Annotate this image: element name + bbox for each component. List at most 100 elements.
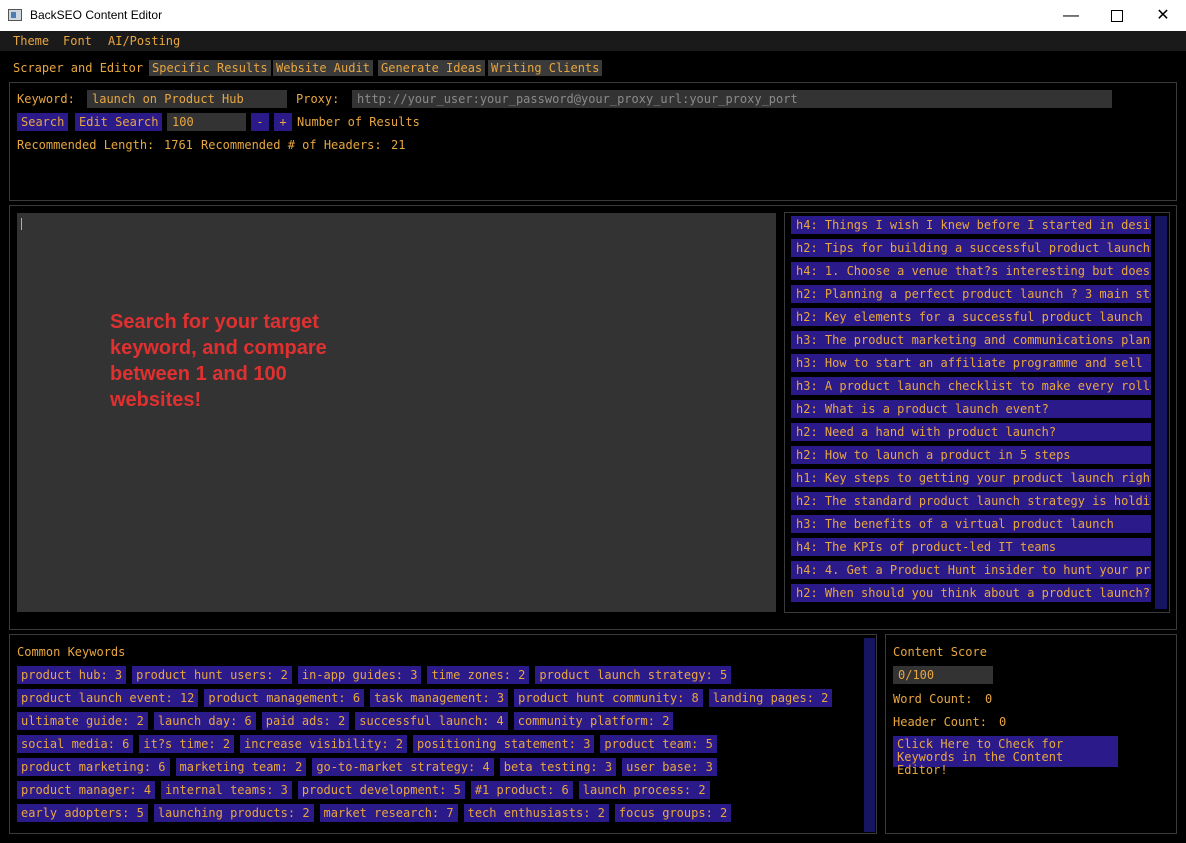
keyword-chip[interactable]: product launch event: 12 (17, 689, 199, 707)
header-item[interactable]: h3: The benefits of a virtual product la… (791, 515, 1151, 533)
increment-button[interactable]: + (274, 113, 292, 131)
text-caret (21, 218, 22, 230)
minimize-button[interactable]: — (1048, 0, 1094, 31)
header-count-label: Header Count: (893, 715, 987, 729)
keyword-chip[interactable]: launch day: 6 (153, 712, 256, 730)
keyword-chip[interactable]: community platform: 2 (513, 712, 674, 730)
headers-scrollbar-thumb[interactable] (1155, 216, 1167, 609)
keyword-chip[interactable]: in-app guides: 3 (297, 666, 422, 684)
window-title: BackSEO Content Editor (30, 8, 163, 22)
header-item[interactable]: h4: Things I wish I knew before I starte… (791, 216, 1151, 234)
header-item[interactable]: h2: Key elements for a successful produc… (791, 308, 1151, 326)
header-item[interactable]: h2: Tips for building a successful produ… (791, 239, 1151, 257)
edit-search-button[interactable]: Edit Search (75, 113, 163, 131)
tab-writing-clients[interactable]: Writing Clients (488, 60, 603, 76)
header-item[interactable]: h4: The KPIs of product-led IT teams (791, 538, 1151, 556)
check-keywords-button[interactable]: Click Here to Check for Keywords in the … (893, 736, 1118, 777)
keyword-chip[interactable]: launch process: 2 (578, 781, 710, 799)
word-count-label: Word Count: (893, 692, 973, 706)
keyword-chip[interactable]: it?s time: 2 (139, 735, 235, 753)
keyword-chip[interactable]: market research: 7 (319, 804, 458, 822)
window-title-bar: BackSEO Content Editor — ✕ (0, 0, 1186, 31)
menu-ai-posting[interactable]: AI/Posting (108, 34, 180, 48)
keyword-chip[interactable]: product manager: 4 (17, 781, 156, 799)
keyword-chip[interactable]: internal teams: 3 (161, 781, 292, 799)
keyword-row: product marketing: 6 marketing team: 2 go-… (17, 758, 862, 776)
header-item[interactable]: h4: 4. Get a Product Hunt insider to hun… (791, 561, 1151, 579)
header-item[interactable]: h2: Need a hand with product launch? (791, 423, 1151, 441)
keyword-chip[interactable]: product marketing: 6 (17, 758, 170, 776)
keywords-scrollbar-thumb[interactable] (864, 638, 875, 832)
keyword-row: social media: 6 it?s time: 2 increase visi… (17, 735, 862, 753)
header-item[interactable]: h2: Planning a perfect product launch ? … (791, 285, 1151, 303)
header-item[interactable]: h2: When should you think about a produc… (791, 584, 1151, 602)
recommended-headers-label: Recommended # of Headers: (201, 138, 382, 152)
tab-bar: Scraper and Editor Specific Results Webs… (0, 58, 1186, 78)
header-item[interactable]: h3: A product launch checklist to make e… (791, 377, 1151, 395)
word-count-value: 0 (985, 692, 993, 706)
keyword-chip[interactable]: beta testing: 3 (499, 758, 617, 776)
keyword-chip[interactable]: task management: 3 (370, 689, 509, 707)
keyword-chip[interactable]: product development: 5 (297, 781, 465, 799)
header-item[interactable]: h1: Key steps to getting your product la… (791, 469, 1151, 487)
menu-theme[interactable]: Theme (13, 34, 49, 48)
content-editor[interactable]: Search for your target keyword, and comp… (17, 213, 776, 612)
keyword-chip[interactable]: product hunt users: 2 (132, 666, 292, 684)
keyword-chip[interactable]: product management: 6 (204, 689, 365, 707)
search-button[interactable]: Search (17, 113, 69, 131)
menu-font[interactable]: Font (63, 34, 92, 48)
keyword-row: product launch event: 12 product manageme… (17, 689, 862, 707)
results-count-input[interactable]: 100 (167, 113, 246, 131)
header-item[interactable]: h3: How to start an affiliate programme … (791, 354, 1151, 372)
proxy-label: Proxy: (296, 92, 340, 106)
keyword-chip[interactable]: go-to-market strategy: 4 (312, 758, 494, 776)
keyword-chip[interactable]: ultimate guide: 2 (17, 712, 148, 730)
tab-generate-ideas[interactable]: Generate Ideas (378, 60, 486, 76)
tab-specific-results[interactable]: Specific Results (149, 60, 271, 76)
recommended-length-label: Recommended Length: (17, 138, 155, 152)
headers-list: h4: Things I wish I knew before I starte… (791, 216, 1151, 609)
tab-website-audit[interactable]: Website Audit (273, 60, 373, 76)
keyword-chip[interactable]: marketing team: 2 (175, 758, 307, 776)
keyword-chip[interactable]: social media: 6 (17, 735, 134, 753)
keyword-row: ultimate guide: 2 launch day: 6 paid ads: … (17, 712, 862, 730)
keywords-scrollbar[interactable] (864, 638, 875, 832)
keyword-chip[interactable]: increase visibility: 2 (240, 735, 408, 753)
keyword-chip[interactable]: product launch strategy: 5 (535, 666, 732, 684)
keyword-chip[interactable]: #1 product: 6 (470, 781, 573, 799)
header-count-value: 0 (999, 715, 1007, 729)
results-label: Number of Results (297, 115, 420, 129)
keyword-chip[interactable]: product hub: 3 (17, 666, 127, 684)
keywords-list: product hub: 3 product hunt users: 2 in-ap… (17, 666, 862, 832)
decrement-button[interactable]: - (251, 113, 269, 131)
keyword-chip[interactable]: paid ads: 2 (261, 712, 350, 730)
header-item[interactable]: h2: The standard product launch strategy… (791, 492, 1151, 510)
proxy-input[interactable]: http://your_user:your_password@your_prox… (352, 90, 1112, 108)
keyword-row: early adopters: 5 launching products: 2 ma… (17, 804, 862, 822)
keyword-chip[interactable]: positioning statement: 3 (413, 735, 595, 753)
keyword-chip[interactable]: tech enthusiasts: 2 (463, 804, 609, 822)
close-button[interactable]: ✕ (1140, 0, 1186, 31)
header-item[interactable]: h2: How to launch a product in 5 steps (791, 446, 1151, 464)
tab-scraper-and-editor[interactable]: Scraper and Editor (10, 60, 146, 76)
keyword-chip[interactable]: successful launch: 4 (355, 712, 508, 730)
headers-scrollbar[interactable] (1155, 216, 1167, 609)
maximize-button[interactable] (1094, 0, 1140, 31)
content-score-title: Content Score (893, 645, 987, 659)
keywords-title: Common Keywords (17, 645, 126, 659)
editor-hint: Search for your target keyword, and comp… (110, 311, 327, 411)
keyword-chip[interactable]: product team: 5 (600, 735, 717, 753)
header-item[interactable]: h2: What is a product launch event? (791, 400, 1151, 418)
recommended-headers-value: 21 (391, 138, 406, 152)
keyword-chip[interactable]: product hunt community: 8 (514, 689, 703, 707)
header-item[interactable]: h3: The product marketing and communicat… (791, 331, 1151, 349)
keyword-chip[interactable]: user base: 3 (622, 758, 717, 776)
keyword-chip[interactable]: time zones: 2 (427, 666, 530, 684)
keyword-chip[interactable]: launching products: 2 (153, 804, 314, 822)
keyword-chip[interactable]: focus groups: 2 (614, 804, 732, 822)
keyword-row: product manager: 4 internal teams: 3 produ… (17, 781, 862, 799)
keyword-chip[interactable]: landing pages: 2 (708, 689, 833, 707)
header-item[interactable]: h4: 1. Choose a venue that?s interesting… (791, 262, 1151, 280)
keyword-input[interactable]: launch on Product Hub (87, 90, 287, 108)
keyword-chip[interactable]: early adopters: 5 (17, 804, 148, 822)
